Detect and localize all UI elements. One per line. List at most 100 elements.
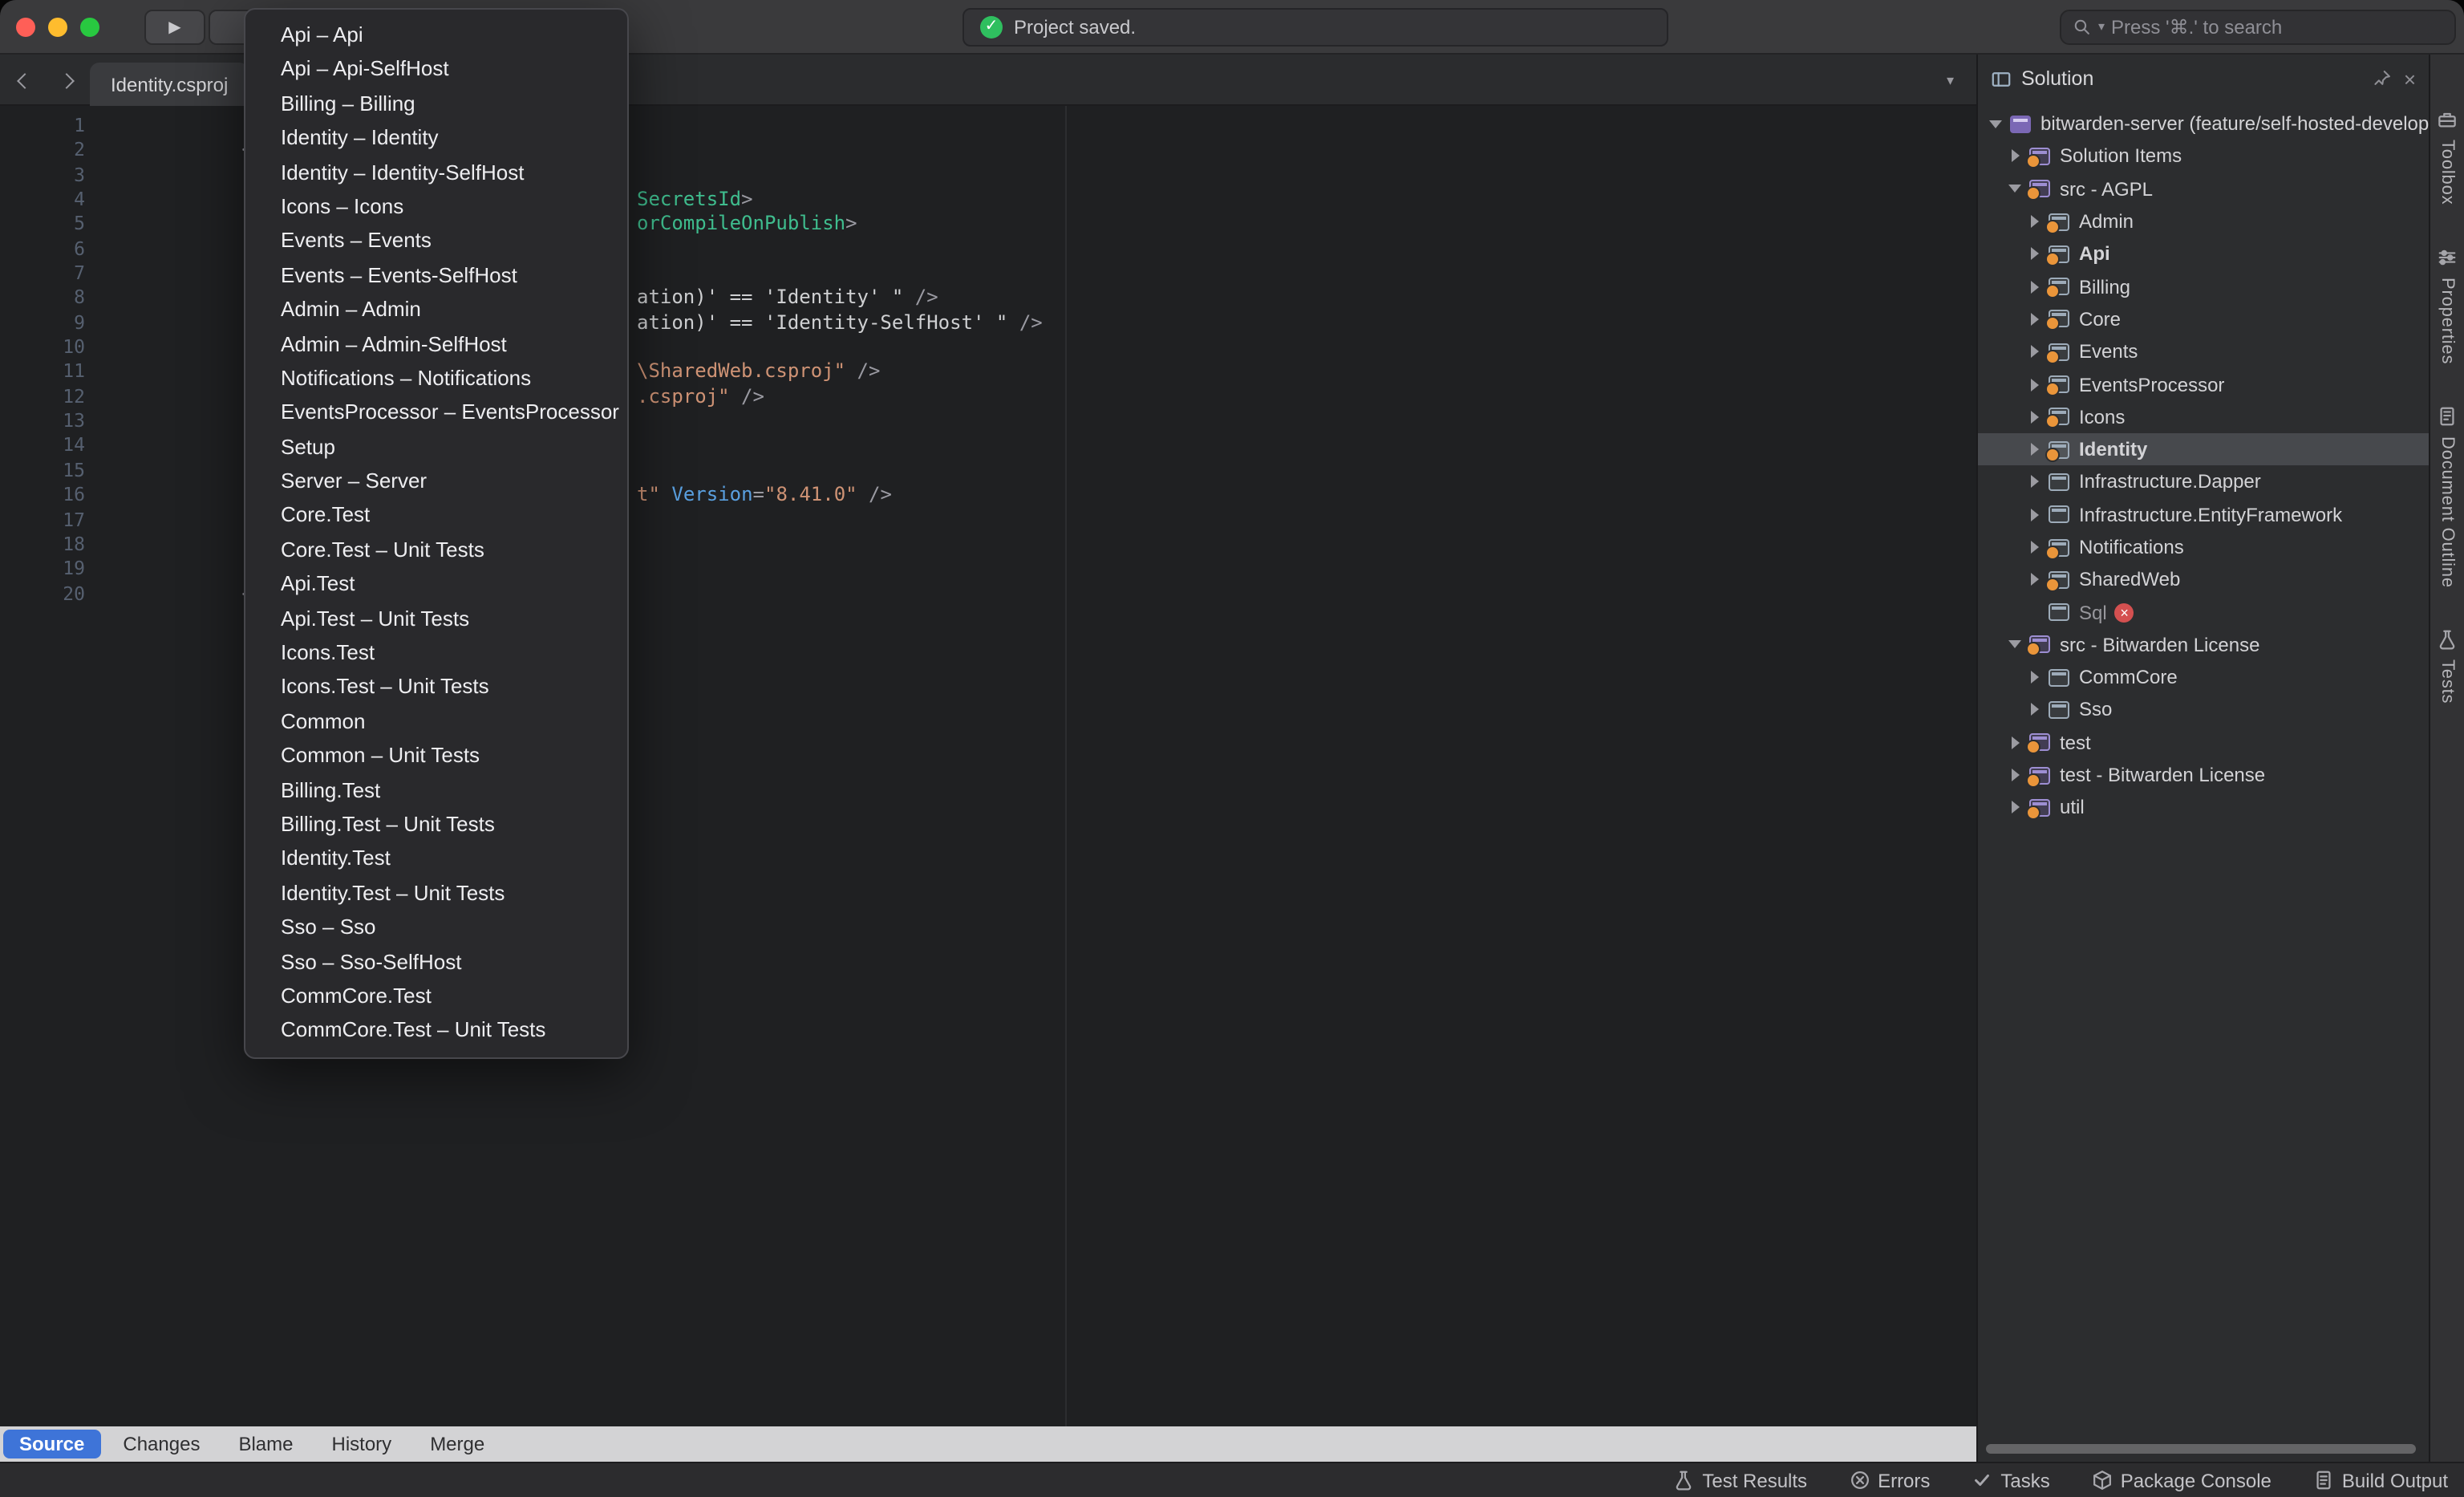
tab-overflow-icon[interactable]: ▾ bbox=[1947, 55, 1954, 106]
expander-icon[interactable] bbox=[2004, 145, 2026, 168]
git-tab[interactable]: History bbox=[316, 1430, 408, 1458]
expander-icon[interactable] bbox=[2023, 406, 2045, 428]
dock-tab[interactable]: Toolbox bbox=[2437, 109, 2458, 205]
forward-button[interactable] bbox=[45, 55, 87, 106]
run-config-menu-item[interactable]: Billing.Test – Unit Tests bbox=[245, 807, 627, 842]
tree-item[interactable]: Infrastructure.EntityFramework bbox=[1978, 498, 2429, 531]
status-bar-item[interactable]: Errors bbox=[1849, 1469, 1930, 1491]
expander-icon[interactable] bbox=[2004, 797, 2026, 819]
expander-icon[interactable] bbox=[2023, 503, 2045, 525]
run-config-menu-item[interactable]: Admin – Admin-SelfHost bbox=[245, 327, 627, 361]
expander-icon[interactable] bbox=[2023, 373, 2045, 396]
run-button[interactable]: ▶ bbox=[144, 10, 205, 45]
pin-icon[interactable] bbox=[2373, 69, 2393, 88]
run-config-menu-item[interactable]: Api.Test bbox=[245, 567, 627, 602]
tree-item[interactable]: Core bbox=[1978, 303, 2429, 336]
close-pad-icon[interactable]: × bbox=[2404, 68, 2416, 89]
run-config-menu-item[interactable]: Admin – Admin bbox=[245, 292, 627, 327]
search-input[interactable] bbox=[2111, 16, 2443, 39]
run-config-menu-item[interactable]: Events – Events bbox=[245, 224, 627, 258]
tree-item[interactable]: EventsProcessor bbox=[1978, 368, 2429, 401]
tree-item[interactable]: Sql bbox=[1978, 596, 2429, 629]
traffic-light[interactable] bbox=[80, 18, 99, 37]
tree-item[interactable]: Infrastructure.Dapper bbox=[1978, 466, 2429, 499]
run-config-menu-item[interactable]: EventsProcessor – EventsProcessor bbox=[245, 396, 627, 430]
run-config-menu-item[interactable]: Icons.Test – Unit Tests bbox=[245, 670, 627, 704]
status-bar-item[interactable]: Package Console bbox=[2092, 1469, 2272, 1491]
expander-icon[interactable] bbox=[2023, 438, 2045, 460]
expander-icon[interactable] bbox=[2023, 471, 2045, 493]
run-config-menu-item[interactable]: Identity.Test bbox=[245, 842, 627, 876]
tree-item[interactable]: Sso bbox=[1978, 694, 2429, 727]
tree-item[interactable]: Icons bbox=[1978, 400, 2429, 433]
tree-item[interactable]: Api bbox=[1978, 237, 2429, 270]
dock-tab[interactable]: Document Outline bbox=[2437, 406, 2458, 588]
run-config-menu-item[interactable]: Api.Test – Unit Tests bbox=[245, 601, 627, 635]
run-config-menu-item[interactable]: Billing – Billing bbox=[245, 87, 627, 121]
run-config-menu-item[interactable]: Identity – Identity bbox=[245, 120, 627, 155]
dock-tab[interactable]: Tests bbox=[2437, 630, 2458, 704]
expander-icon[interactable] bbox=[2023, 243, 2045, 266]
expander-icon[interactable] bbox=[2004, 177, 2026, 200]
run-config-menu-item[interactable]: Core.Test bbox=[245, 498, 627, 533]
expander-icon[interactable] bbox=[2023, 340, 2045, 363]
tree-item[interactable]: test - Bitwarden License bbox=[1978, 759, 2429, 792]
tree-item[interactable]: Admin bbox=[1978, 205, 2429, 238]
tree-item[interactable]: src - Bitwarden License bbox=[1978, 629, 2429, 662]
expander-icon[interactable] bbox=[2023, 210, 2045, 233]
tree-item[interactable]: Billing bbox=[1978, 270, 2429, 303]
run-config-menu-item[interactable]: Api – Api bbox=[245, 18, 627, 52]
back-button[interactable] bbox=[3, 55, 45, 106]
tree-item[interactable]: Notifications bbox=[1978, 531, 2429, 564]
horizontal-scrollbar[interactable] bbox=[1986, 1444, 2416, 1454]
run-config-menu-item[interactable]: Common – Unit Tests bbox=[245, 738, 627, 773]
tree-item[interactable]: util bbox=[1978, 791, 2429, 824]
expander-icon[interactable] bbox=[2004, 764, 2026, 786]
status-bar-item[interactable]: Build Output bbox=[2313, 1469, 2448, 1491]
run-config-menu-item[interactable]: Api – Api-SelfHost bbox=[245, 52, 627, 87]
run-config-menu-item[interactable]: Icons – Icons bbox=[245, 189, 627, 224]
git-tab[interactable]: Blame bbox=[222, 1430, 309, 1458]
run-config-menu-item[interactable]: CommCore.Test – Unit Tests bbox=[245, 1013, 627, 1048]
traffic-light[interactable] bbox=[48, 18, 67, 37]
dock-tab[interactable]: Properties bbox=[2437, 246, 2458, 363]
run-config-menu-item[interactable]: Sso – Sso bbox=[245, 910, 627, 944]
expander-icon[interactable] bbox=[2023, 536, 2045, 558]
tree-item[interactable]: Solution Items bbox=[1978, 140, 2429, 173]
run-config-menu-item[interactable]: Identity – Identity-SelfHost bbox=[245, 155, 627, 189]
git-tab[interactable]: Merge bbox=[414, 1430, 500, 1458]
expander-icon[interactable] bbox=[2004, 634, 2026, 656]
run-config-menu-item[interactable]: Notifications – Notifications bbox=[245, 361, 627, 396]
run-config-menu-item[interactable]: Common bbox=[245, 704, 627, 739]
git-tab[interactable]: Changes bbox=[107, 1430, 216, 1458]
tree-item[interactable]: SharedWeb bbox=[1978, 563, 2429, 596]
status-bar-item[interactable]: Test Results bbox=[1673, 1469, 1807, 1491]
expander-icon[interactable] bbox=[2023, 569, 2045, 591]
run-config-menu-item[interactable]: Billing.Test bbox=[245, 773, 627, 807]
tree-item[interactable]: Identity bbox=[1978, 433, 2429, 466]
expander-icon[interactable] bbox=[2023, 275, 2045, 298]
tree-item[interactable]: bitwarden-server (feature/self-hosted-de… bbox=[1978, 108, 2429, 140]
tree-item[interactable]: test bbox=[1978, 726, 2429, 759]
editor-tab[interactable]: Identity.csproj bbox=[90, 63, 249, 106]
run-config-menu-item[interactable]: Sso – Sso-SelfHost bbox=[245, 944, 627, 979]
global-search[interactable]: ▾ bbox=[2060, 10, 2456, 45]
traffic-light[interactable] bbox=[16, 18, 35, 37]
run-config-menu-item[interactable]: Icons.Test bbox=[245, 635, 627, 670]
expander-icon[interactable] bbox=[2023, 699, 2045, 721]
run-config-menu-item[interactable]: Events – Events-SelfHost bbox=[245, 258, 627, 292]
git-tab[interactable]: Source bbox=[3, 1430, 100, 1458]
run-config-menu-item[interactable]: Setup bbox=[245, 429, 627, 464]
run-config-menu-item[interactable]: Core.Test – Unit Tests bbox=[245, 533, 627, 567]
expander-icon[interactable] bbox=[1984, 112, 2007, 135]
tree-item[interactable]: Events bbox=[1978, 335, 2429, 368]
tree-item[interactable]: src - AGPL bbox=[1978, 172, 2429, 205]
expander-icon[interactable] bbox=[2023, 601, 2045, 623]
tree-item[interactable]: CommCore bbox=[1978, 661, 2429, 694]
run-config-menu-item[interactable]: Identity.Test – Unit Tests bbox=[245, 876, 627, 911]
expander-icon[interactable] bbox=[2004, 732, 2026, 754]
expander-icon[interactable] bbox=[2023, 308, 2045, 331]
run-config-menu-item[interactable]: Server – Server bbox=[245, 464, 627, 498]
status-bar-item[interactable]: Tasks bbox=[1972, 1469, 2049, 1491]
run-config-menu-item[interactable]: CommCore.Test bbox=[245, 979, 627, 1013]
